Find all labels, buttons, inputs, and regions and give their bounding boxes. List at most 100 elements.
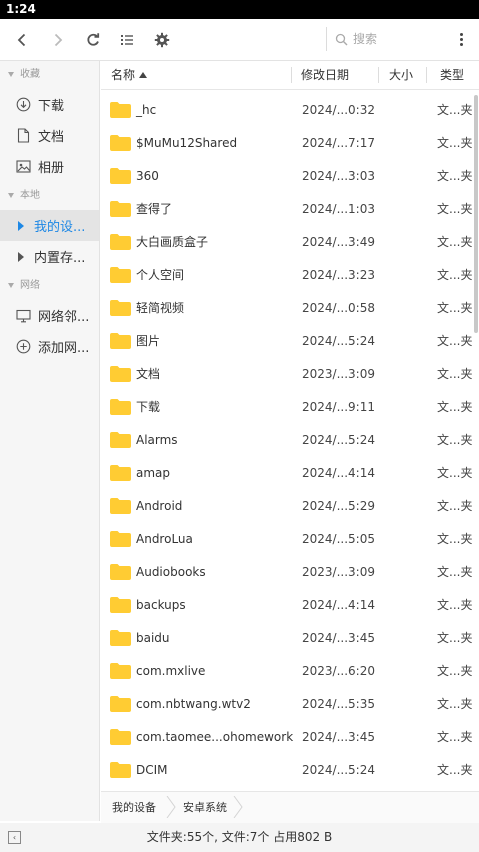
folder-icon (110, 366, 131, 382)
file-name: Audiobooks (136, 565, 206, 579)
folder-icon (110, 333, 131, 349)
expand-arrow-icon[interactable] (18, 220, 24, 231)
file-name: AndroLua (136, 532, 193, 546)
file-type: 文...夹 (437, 169, 473, 183)
collapse-triangle-icon (8, 192, 14, 198)
breadcrumb-separator-icon (166, 796, 176, 818)
column-divider[interactable] (378, 67, 379, 83)
status-bar: 1:24 (0, 0, 479, 19)
file-date: 2024/...3:23 (302, 268, 375, 282)
list-item[interactable]: com.nbtwang.wtv2 2024/...5:35 文...夹 (101, 688, 479, 721)
column-divider[interactable] (291, 67, 292, 83)
more-vertical-icon (459, 33, 463, 36)
file-name: com.taomee...ohomework (136, 730, 294, 744)
list-item[interactable]: com.mxlive 2023/...6:20 文...夹 (101, 655, 479, 688)
file-date: 2023/...3:09 (302, 367, 375, 381)
folder-icon (110, 201, 131, 217)
refresh-button[interactable] (77, 19, 109, 60)
sidebar-item-add-network[interactable]: 添加网... (0, 331, 99, 362)
search-icon (335, 33, 348, 45)
list-item[interactable]: 查得了 2024/...1:03 文...夹 (101, 193, 479, 226)
search-box[interactable] (326, 27, 436, 51)
list-item[interactable]: 图片 2024/...5:24 文...夹 (101, 325, 479, 358)
list-item[interactable]: 下载 2024/...9:11 文...夹 (101, 391, 479, 424)
folder-icon (110, 597, 131, 613)
more-options-button[interactable] (449, 19, 473, 60)
file-type: 文...夹 (437, 235, 473, 249)
scrollbar[interactable] (474, 95, 478, 333)
sidebar-item-downloads[interactable]: 下载 (0, 89, 99, 120)
breadcrumb-item[interactable]: 我的设备 (112, 792, 156, 823)
file-date: 2023/...6:20 (302, 664, 375, 678)
folder-icon (110, 135, 131, 151)
column-date-header[interactable]: 修改日期 (301, 61, 349, 89)
sidebar: 收藏 下载 文档 相册 本地 我的设... 内置存... 网络 网络邻... 添… (0, 61, 100, 821)
list-item[interactable]: 个人空间 2024/...3:23 文...夹 (101, 259, 479, 292)
folder-icon (110, 432, 131, 448)
list-item[interactable]: $MuMu12Shared 2024/...7:17 文...夹 (101, 127, 479, 160)
file-type: 文...夹 (437, 400, 473, 414)
file-date: 2024/...4:14 (302, 466, 375, 480)
expand-arrow-icon[interactable] (18, 251, 24, 262)
file-type: 文...夹 (437, 136, 473, 150)
sidebar-item-documents[interactable]: 文档 (0, 120, 99, 151)
sidebar-item-album[interactable]: 相册 (0, 151, 99, 182)
file-name: com.nbtwang.wtv2 (136, 697, 251, 711)
file-name: 文档 (136, 367, 161, 381)
file-date: 2024/...3:45 (302, 730, 375, 744)
add-circle-icon (15, 339, 31, 355)
forward-button[interactable] (42, 19, 74, 60)
sidebar-item-internal-storage[interactable]: 内置存... (0, 241, 99, 272)
column-size-header[interactable]: 大小 (389, 61, 413, 89)
file-type: 文...夹 (437, 268, 473, 282)
list-item[interactable]: DCIM 2024/...5:24 文...夹 (101, 754, 479, 787)
sidebar-item-network-neighborhood[interactable]: 网络邻... (0, 300, 99, 331)
chevron-left-icon (17, 33, 26, 46)
column-type-header[interactable]: 类型 (440, 61, 464, 89)
sidebar-section-favorites[interactable]: 收藏 (0, 61, 99, 89)
file-type: 文...夹 (437, 499, 473, 513)
list-item[interactable]: 大白画质盒子 2024/...3:49 文...夹 (101, 226, 479, 259)
file-name: Android (136, 499, 183, 513)
file-list: _hc 2024/...0:32 文...夹 $MuMu12Shared 2024/..… (101, 94, 479, 788)
list-item[interactable]: 轻简视频 2024/...0:58 文...夹 (101, 292, 479, 325)
list-item[interactable]: _hc 2024/...0:32 文...夹 (101, 94, 479, 127)
list-item[interactable]: com.taomee...ohomework 2024/...3:45 文...夹 (101, 721, 479, 754)
list-item[interactable]: 360 2024/...3:03 文...夹 (101, 160, 479, 193)
collapse-triangle-icon (8, 282, 14, 288)
list-item[interactable]: Audiobooks 2023/...3:09 文...夹 (101, 556, 479, 589)
file-date: 2024/...7:17 (302, 136, 375, 150)
status-time: 1:24 (6, 2, 36, 16)
sidebar-section-network[interactable]: 网络 (0, 272, 99, 300)
list-item[interactable]: 文档 2023/...3:09 文...夹 (101, 358, 479, 391)
list-item[interactable]: Android 2024/...5:29 文...夹 (101, 490, 479, 523)
list-item[interactable]: baidu 2024/...3:45 文...夹 (101, 622, 479, 655)
file-name: baidu (136, 631, 170, 645)
back-button[interactable] (6, 19, 38, 60)
file-name: 图片 (136, 334, 161, 348)
folder-icon (110, 267, 131, 283)
list-item[interactable]: backups 2024/...4:14 文...夹 (101, 589, 479, 622)
sidebar-section-local[interactable]: 本地 (0, 182, 99, 210)
sidebar-item-my-device[interactable]: 我的设... (0, 210, 99, 241)
list-item[interactable]: AndroLua 2024/...5:05 文...夹 (101, 523, 479, 556)
column-name-header[interactable]: 名称 (111, 61, 148, 89)
sidebar-item-label: 添加网... (38, 341, 90, 356)
settings-button[interactable] (146, 19, 178, 60)
search-input[interactable] (353, 32, 423, 46)
list-item[interactable]: Alarms 2024/...5:24 文...夹 (101, 424, 479, 457)
breadcrumb-item[interactable]: 安卓系统 (183, 792, 227, 823)
folder-icon (110, 696, 131, 712)
column-divider[interactable] (426, 67, 427, 83)
sidebar-item-label: 网络邻... (38, 310, 90, 325)
file-type: 文...夹 (437, 202, 473, 216)
bottom-status-bar: ‹ 文件夹:55个, 文件:7个 占用802 B (0, 823, 479, 852)
image-icon (15, 159, 31, 175)
folder-icon (110, 630, 131, 646)
list-item[interactable]: amap 2024/...4:14 文...夹 (101, 457, 479, 490)
folder-icon (110, 234, 131, 250)
refresh-icon (87, 32, 100, 46)
view-mode-button[interactable] (111, 19, 143, 60)
document-icon (15, 128, 31, 144)
folder-icon (110, 564, 131, 580)
